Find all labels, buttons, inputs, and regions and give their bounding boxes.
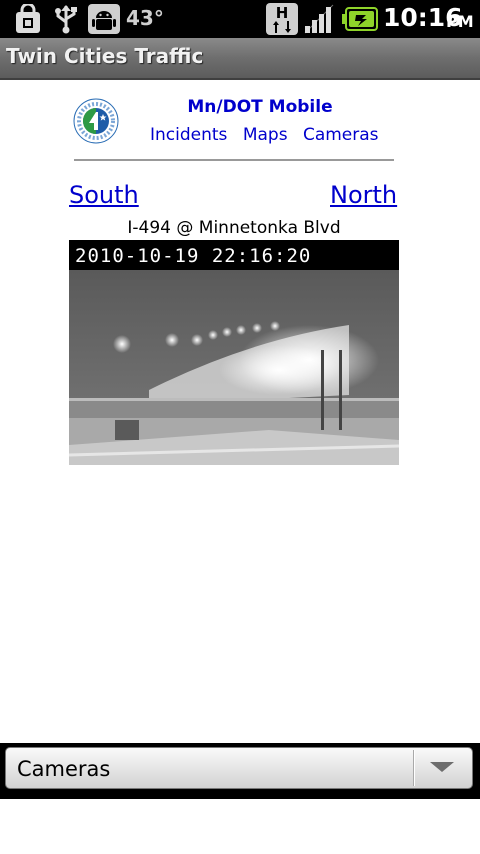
spinner-divider [413, 750, 414, 786]
app-title: Twin Cities Traffic [6, 44, 204, 68]
view-selector-spinner[interactable]: Cameras [5, 747, 473, 789]
spinner-selected-label: Cameras [17, 757, 111, 781]
hspa-data-icon: H [266, 3, 298, 35]
camera-timestamp-bar: 2010-10-19 22:16:20 [69, 240, 399, 270]
nav-link-maps[interactable]: Maps [243, 125, 288, 145]
clock-ampm: PM [446, 12, 474, 31]
camera-night-scene [69, 270, 399, 465]
temperature-readout: 43° [126, 6, 164, 30]
camera-location: I-494 @ Minnetonka Blvd [127, 218, 341, 238]
nav-link-incidents[interactable]: Incidents [150, 125, 227, 145]
traffic-camera-image: 2010-10-19 22:16:20 [69, 240, 399, 465]
camera-timestamp: 2010-10-19 22:16:20 [75, 245, 312, 267]
usb-icon [52, 4, 80, 34]
divider [74, 159, 394, 161]
site-title: Mn/DOT Mobile [187, 97, 333, 117]
site-nav: Incidents Maps Cameras [150, 125, 389, 145]
android-debug-icon [87, 4, 121, 34]
app-title-bar: Twin Cities Traffic [0, 38, 480, 80]
shopping-bag-icon [12, 4, 44, 34]
svg-text:H: H [276, 4, 289, 22]
south-link[interactable]: South [69, 181, 139, 209]
chevron-down-icon[interactable] [430, 762, 454, 772]
nav-link-cameras[interactable]: Cameras [303, 125, 379, 145]
north-link[interactable]: North [330, 181, 397, 209]
mndot-logo-icon [72, 97, 120, 145]
status-bar: 43° H 10:16 PM [0, 0, 480, 38]
signal-strength-icon [303, 4, 337, 34]
battery-charging-icon [342, 4, 378, 34]
